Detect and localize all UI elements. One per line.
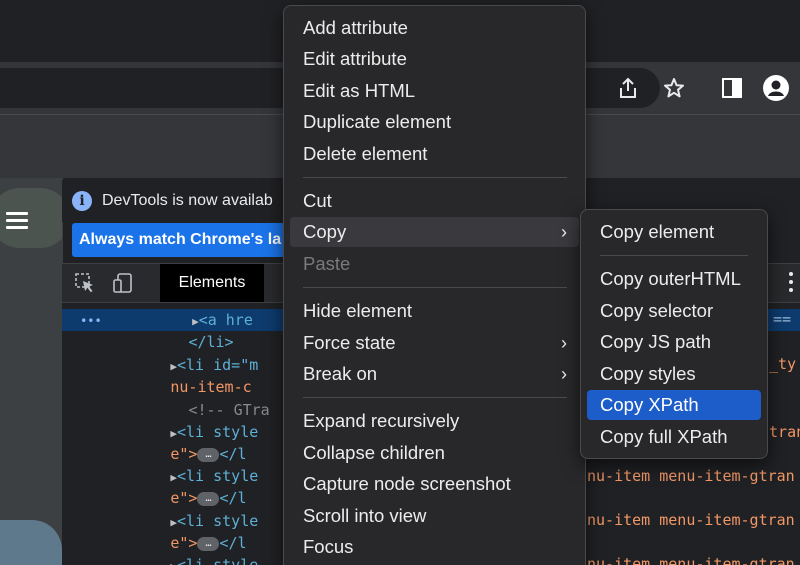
info-bar-text: DevTools is now availab [102,192,273,209]
menu-item-delete-element[interactable]: Delete element [290,139,579,169]
menu-item-cut[interactable]: Cut [290,186,579,216]
code-fragment: _ty [769,355,797,373]
menu-item-force-state[interactable]: Force state › [290,328,579,358]
code-fragment: nu-item menu-item-gtran [587,467,795,485]
menu-item-force-state-label: Force state [303,332,396,353]
menu-item-paste: Paste [303,253,351,274]
context-menu: Add attribute Edit attribute Edit as HTM… [283,5,586,565]
menu-item-break-on[interactable]: Break on › [290,359,579,389]
submenu-item-copy-styles[interactable]: Copy styles [587,359,761,389]
copy-submenu: Copy element Copy outerHTML Copy selecto… [580,209,768,459]
submenu-item-copy-js-path[interactable]: Copy JS path [587,327,761,357]
menu-item-expand-recursively[interactable]: Expand recursively [290,406,579,436]
menu-item-collapse-children[interactable]: Collapse children [290,438,579,468]
menu-separator [303,287,567,288]
chevron-right-icon: › [561,333,567,353]
collapsed-content-icon: … [197,491,220,506]
device-toolbar-icon[interactable] [110,271,136,295]
menu-item-hide-element[interactable]: Hide element [290,296,579,326]
devtools-more-icon[interactable] [786,270,796,294]
submenu-item-copy-selector[interactable]: Copy selector [587,296,761,326]
menu-item-edit-as-html[interactable]: Edit as HTML [290,76,579,106]
submenu-item-copy-outerhtml[interactable]: Copy outerHTML [587,264,761,294]
menu-separator [303,177,567,178]
profile-avatar-icon[interactable] [762,74,790,102]
code-fragment: nu-item menu-item-gtran [587,555,795,565]
menu-item-focus[interactable]: Focus [290,532,579,562]
menu-item-copy[interactable]: Copy › [290,217,579,247]
menu-item-duplicate-element[interactable]: Duplicate element [290,107,579,137]
menu-item-copy-label: Copy [303,221,347,242]
page-content [0,178,62,565]
code-fragment: nu-item menu-item-gtran [587,511,795,529]
always-match-language-button[interactable]: Always match Chrome's la [72,223,312,257]
code-fragment: == [773,310,792,328]
info-icon: i [72,191,92,211]
chevron-right-icon: › [561,364,567,384]
tab-elements[interactable]: Elements [160,264,264,302]
collapsed-content-icon: … [197,447,220,462]
menu-separator [303,397,567,398]
inspect-element-icon[interactable] [72,271,98,295]
collapsed-content-icon: … [197,536,220,551]
menu-separator [600,255,748,256]
chevron-right-icon: › [561,222,567,242]
submenu-item-copy-xpath[interactable]: Copy XPath [587,390,761,420]
menu-item-edit-attribute[interactable]: Edit attribute [290,44,579,74]
submenu-item-copy-full-xpath[interactable]: Copy full XPath [587,422,761,452]
hamburger-menu-icon[interactable] [6,212,28,230]
menu-item-scroll-into-view[interactable]: Scroll into view [290,501,579,531]
submenu-item-copy-element[interactable]: Copy element [587,217,761,247]
menu-item-capture-node-screenshot[interactable]: Capture node screenshot [290,469,579,499]
share-icon[interactable] [614,74,642,102]
bookmark-star-icon[interactable] [660,74,688,102]
menu-item-add-attribute[interactable]: Add attribute [290,13,579,43]
side-panel-icon[interactable] [718,74,746,102]
menu-item-break-on-label: Break on [303,363,378,384]
